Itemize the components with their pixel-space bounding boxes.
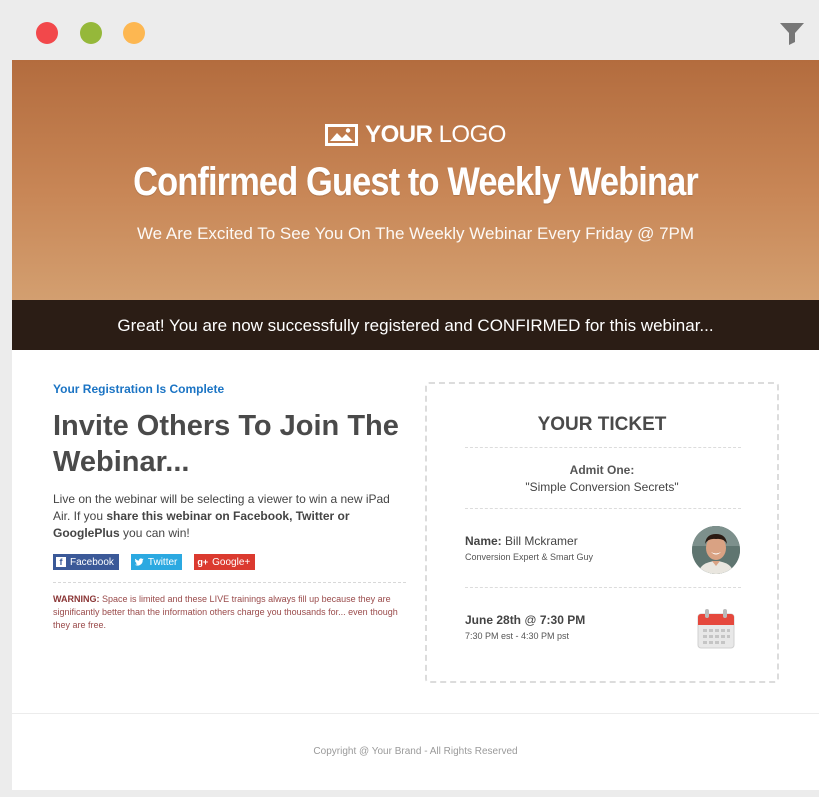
twitter-share-button[interactable]: Twitter xyxy=(130,554,183,570)
host-role: Conversion Expert & Smart Guy xyxy=(465,552,594,562)
facebook-icon: f xyxy=(56,557,66,567)
ticket-divider xyxy=(465,587,741,588)
warning-notice: WARNING: Space is limited and these LIVE… xyxy=(53,594,398,630)
twitter-icon xyxy=(134,558,144,566)
footer-copyright: Copyright @ Your Brand - All Rights Rese… xyxy=(313,746,518,757)
ticket-title: YOUR TICKET xyxy=(537,414,667,435)
footer-divider xyxy=(12,713,819,714)
section-divider xyxy=(53,582,406,583)
ticket-card: YOUR TICKET Admit One: "Simple Conversio… xyxy=(425,382,779,683)
image-icon xyxy=(325,124,359,146)
webinar-confirmation-page: YOUR LOGO Confirmed Guest to Weekly Webi… xyxy=(12,60,819,790)
event-datetime: June 28th @ 7:30 PM 7:30 PM est - 4:30 P… xyxy=(465,613,586,641)
page-subtitle: We Are Excited To See You On The Weekly … xyxy=(136,224,695,243)
confirmation-banner: Great! You are now successfully register… xyxy=(12,300,819,350)
event-timezones: 7:30 PM est - 4:30 PM pst xyxy=(465,631,570,641)
brand-logo[interactable]: YOUR LOGO xyxy=(12,120,819,150)
host-name: Bill Mckramer xyxy=(501,534,578,548)
ticket-divider xyxy=(465,508,741,509)
filter-icon[interactable] xyxy=(779,20,805,46)
google-plus-icon: g+ xyxy=(197,557,209,567)
invite-description: Live on the webinar will be selecting a … xyxy=(53,492,390,540)
event-date: June 28th xyxy=(465,613,522,627)
google-plus-share-button[interactable]: g+ Google+ xyxy=(194,554,256,570)
avatar xyxy=(692,526,740,574)
registration-status: Your Registration Is Complete xyxy=(53,382,225,396)
invite-heading: Invite Others To Join The Webinar... xyxy=(53,410,399,478)
host-info: Name: Bill Mckramer Conversion Expert & … xyxy=(465,534,594,562)
minimize-window-button[interactable] xyxy=(80,22,102,44)
admit-info: Admit One: "Simple Conversion Secrets" xyxy=(427,463,777,494)
ticket-divider xyxy=(465,447,741,448)
webinar-name: "Simple Conversion Secrets" xyxy=(525,480,679,494)
logo-text: YOUR LOGO xyxy=(365,121,506,148)
browser-window: YOUR LOGO Confirmed Guest to Weekly Webi… xyxy=(0,0,819,797)
title-bar xyxy=(0,0,819,60)
invite-section: Your Registration Is Complete Invite Oth… xyxy=(53,382,408,632)
calendar-icon xyxy=(697,609,735,649)
social-share-buttons: f Facebook Twitter g+ Google+ xyxy=(53,554,408,570)
close-window-button[interactable] xyxy=(36,22,58,44)
event-time: 7:30 PM xyxy=(539,613,586,627)
maximize-window-button[interactable] xyxy=(123,22,145,44)
page-title: Confirmed Guest to Weekly Webinar xyxy=(133,160,699,204)
facebook-share-button[interactable]: f Facebook xyxy=(53,554,119,570)
hero-header: YOUR LOGO Confirmed Guest to Weekly Webi… xyxy=(12,60,819,300)
